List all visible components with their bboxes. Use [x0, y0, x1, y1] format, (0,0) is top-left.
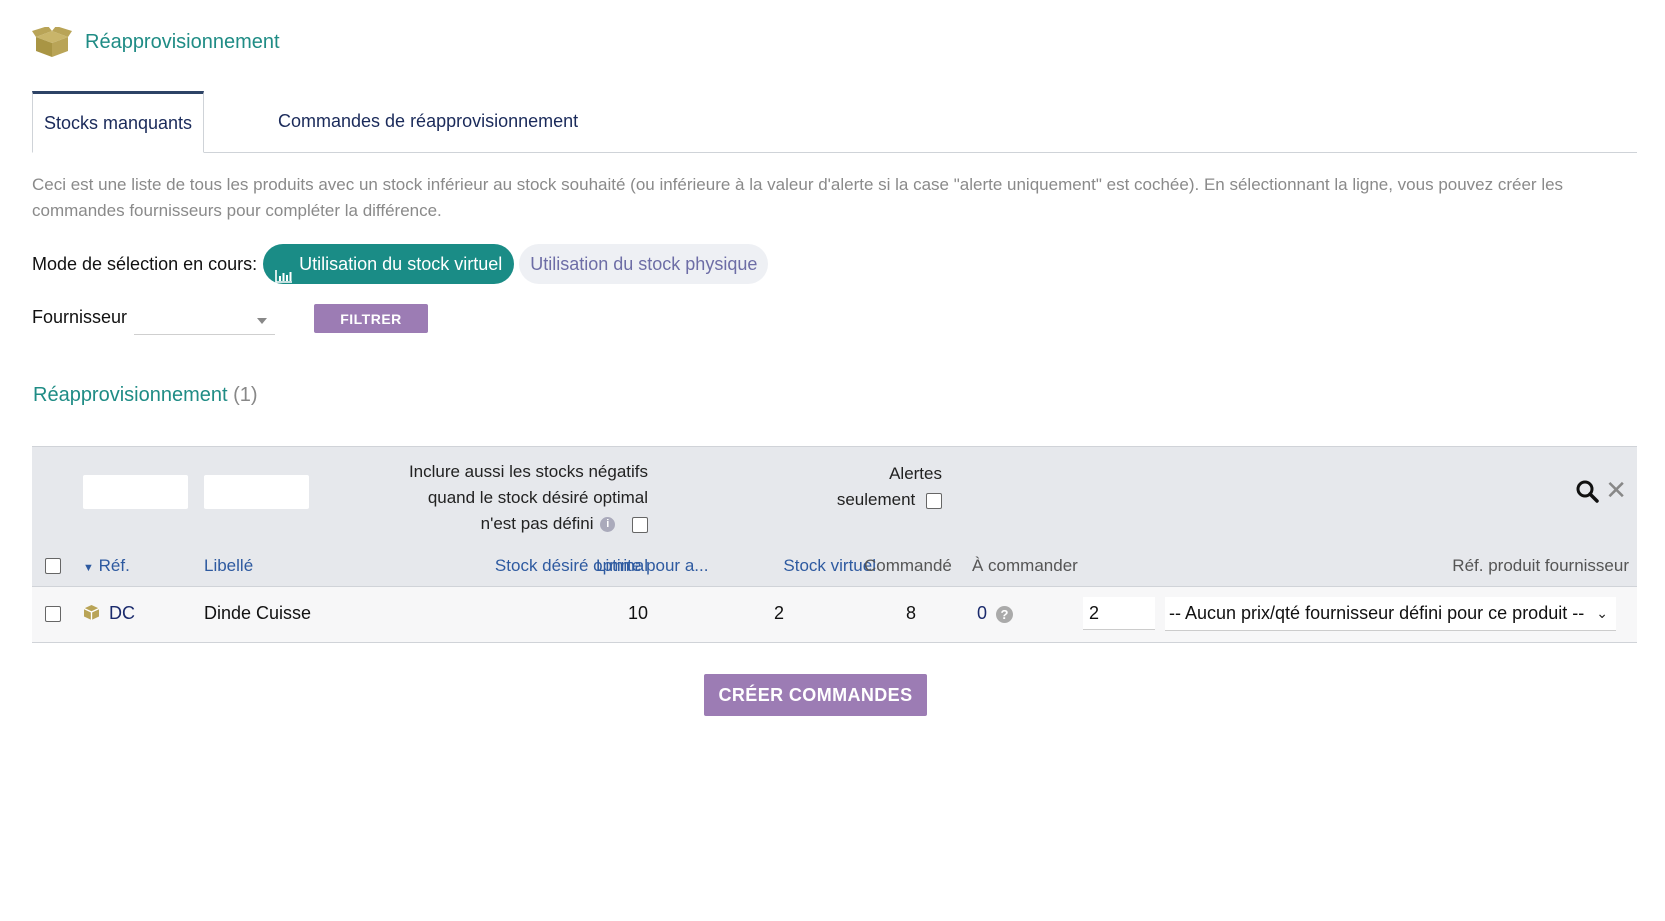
table-row: DC Dinde Cuisse 10 2 8 0 ? -- Aucun prix… — [32, 587, 1637, 643]
page-description: Ceci est une liste de tous les produits … — [32, 175, 1564, 220]
mode-virtual-stock-label: Utilisation du stock virtuel — [299, 254, 503, 274]
create-orders-button[interactable]: CRÉER COMMANDES — [704, 674, 927, 716]
column-supplier-ref: Réf. produit fournisseur — [1452, 556, 1629, 575]
supplier-filter: Fournisseur FILTRER — [32, 302, 532, 336]
mode-label: Mode de sélection en cours: — [32, 253, 258, 274]
limit-value: 2 — [773, 603, 784, 623]
table-header-row: ▼ Réf. Libellé Stock désiré optimal Limi… — [32, 546, 1637, 587]
product-ref-text: DC — [109, 603, 136, 623]
column-label[interactable]: Libellé — [204, 556, 253, 576]
section-count: (1) — [233, 384, 258, 406]
include-negative-label-line3: n'est pas défini — [480, 514, 594, 533]
desired-stock-value: 10 — [627, 603, 648, 623]
section-title-text: Réapprovisionnement — [33, 384, 228, 406]
include-negative-filter: Inclure aussi les stocks négatifs quand … — [312, 459, 648, 537]
column-ref[interactable]: ▼ Réf. — [83, 556, 130, 576]
cube-icon — [83, 604, 100, 626]
to-order-input[interactable] — [1083, 597, 1155, 630]
supplier-ref-value: -- Aucun prix/qté fournisseur défini pou… — [1169, 603, 1585, 623]
help-icon: ? — [996, 605, 1013, 623]
alerts-only-filter: Alertes seulement — [792, 461, 942, 513]
mode-selector: Mode de sélection en cours: Utilisation … — [32, 244, 769, 284]
alerts-only-label-line2: seulement — [836, 490, 916, 509]
table-filter-row: Inclure aussi les stocks négatifs quand … — [32, 446, 1637, 546]
tab-stocks-manquants[interactable]: Stocks manquants — [32, 91, 204, 153]
column-to-order: À commander — [972, 556, 1078, 575]
product-label: Dinde Cuisse — [204, 603, 312, 623]
row-checkbox[interactable] — [45, 606, 61, 622]
select-all-checkbox[interactable] — [45, 558, 61, 574]
search-icon[interactable] — [1575, 479, 1599, 503]
chevron-down-icon: ⌄ — [1596, 605, 1608, 621]
tab-bar: Stocks manquants Commandes de réapprovis… — [32, 91, 1637, 153]
include-negative-label-line2: quand le stock désiré optimal — [427, 488, 648, 507]
supplier-select[interactable] — [134, 304, 275, 335]
column-ref-label: Réf. — [98, 556, 130, 575]
column-limit[interactable]: Limite pour a... — [596, 556, 722, 576]
include-negative-label-line1: Inclure aussi les stocks négatifs — [408, 462, 648, 481]
supplier-ref-select[interactable]: -- Aucun prix/qté fournisseur défini pou… — [1165, 597, 1616, 631]
label-filter-input[interactable] — [204, 475, 309, 509]
ref-filter-input[interactable] — [83, 475, 188, 509]
supplier-label: Fournisseur — [32, 307, 128, 327]
mode-virtual-stock-button[interactable]: Utilisation du stock virtuel — [263, 244, 515, 284]
page-header: Réapprovisionnement — [32, 26, 280, 58]
info-icon: i — [600, 517, 616, 533]
close-icon[interactable]: ✕ — [1605, 477, 1627, 503]
section-title: Réapprovisionnement (1) — [33, 384, 258, 407]
column-virtual-stock[interactable]: Stock virtuel — [783, 556, 876, 576]
page-title: Réapprovisionnement — [85, 30, 280, 53]
bar-chart-icon — [275, 257, 293, 283]
box-open-icon — [32, 26, 72, 57]
alerts-only-checkbox[interactable] — [926, 492, 942, 509]
product-ref-link[interactable]: DC — [83, 603, 135, 626]
include-negative-checkbox[interactable] — [632, 516, 648, 533]
replenishment-table: Inclure aussi les stocks négatifs quand … — [32, 446, 1637, 643]
alerts-only-label-line1: Alertes — [889, 464, 942, 483]
sort-down-icon: ▼ — [83, 562, 94, 574]
filter-button[interactable]: FILTRER — [314, 304, 428, 333]
caret-down-icon — [257, 318, 267, 324]
column-ordered: Commandé — [864, 556, 952, 575]
tab-commandes-reapprovisionnement[interactable]: Commandes de réapprovisionnement — [260, 91, 596, 151]
mode-physical-stock-button[interactable]: Utilisation du stock physique — [519, 244, 769, 284]
ordered-value[interactable]: 0 — [977, 603, 987, 623]
virtual-stock-value: 8 — [905, 603, 916, 623]
ordered-cell: 0 ? — [977, 603, 1013, 624]
